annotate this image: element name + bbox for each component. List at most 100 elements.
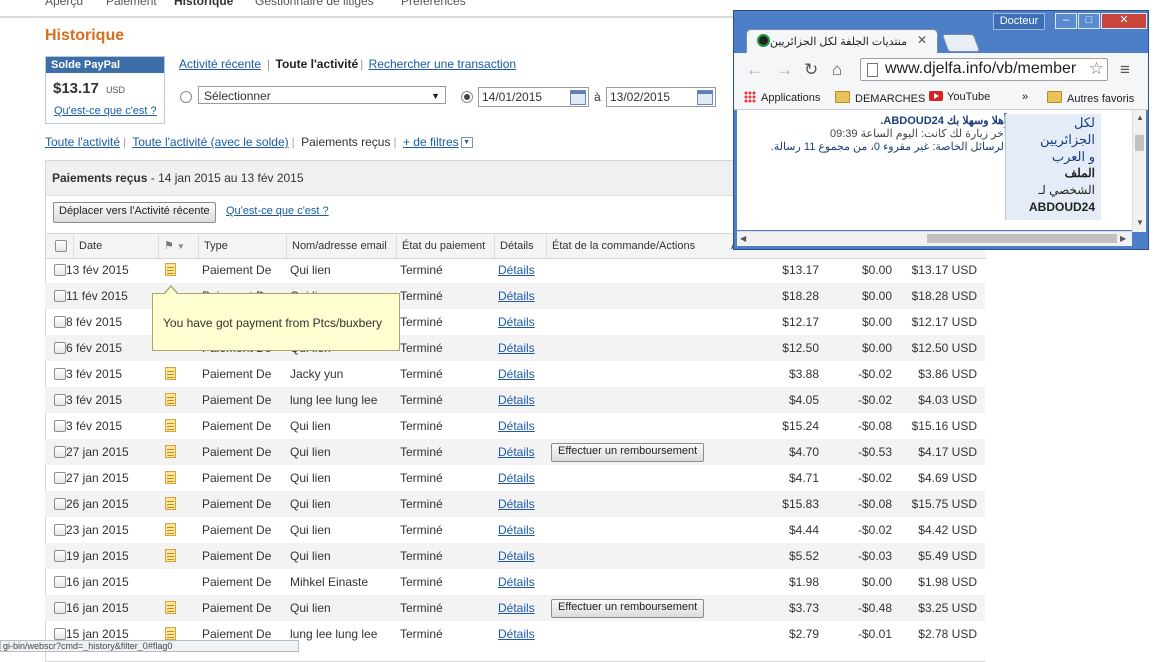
col-date[interactable]: Date	[73, 234, 158, 258]
row-checkbox[interactable]	[54, 264, 66, 276]
back-icon[interactable]: ←	[746, 60, 763, 80]
new-tab-button[interactable]	[941, 34, 981, 52]
row-checkbox[interactable]	[54, 628, 66, 640]
row-checkbox[interactable]	[54, 524, 66, 536]
row-checkbox[interactable]	[54, 446, 66, 458]
row-checkbox[interactable]	[54, 420, 66, 432]
details-link[interactable]: Détails	[498, 621, 535, 647]
note-icon[interactable]	[165, 445, 176, 458]
col-details[interactable]: Détails	[494, 234, 546, 258]
note-icon[interactable]	[165, 523, 176, 536]
row-checkbox[interactable]	[54, 602, 66, 614]
date-to-input[interactable]: 13/02/2015	[606, 87, 716, 107]
nav-litiges[interactable]: Gestionnaire de litiges	[255, 0, 374, 8]
menu-icon[interactable]: ≡	[1120, 60, 1130, 80]
horizontal-scrollbar[interactable]: ◀ ▶	[737, 231, 1132, 246]
period-select[interactable]: Sélectionner ▼	[198, 86, 446, 104]
move-to-recent-button[interactable]: Déplacer vers l'Activité récente	[53, 202, 216, 223]
row-checkbox[interactable]	[54, 368, 66, 380]
details-link[interactable]: Détails	[498, 439, 535, 465]
col-type[interactable]: Type	[198, 234, 286, 258]
nav-paiement[interactable]: Paiement	[106, 0, 157, 8]
minimize-icon[interactable]: –	[1055, 13, 1077, 29]
bookmarks-overflow[interactable]: »	[1022, 91, 1028, 103]
row-checkbox[interactable]	[54, 316, 66, 328]
note-icon[interactable]	[165, 497, 176, 510]
details-link[interactable]: Détails	[498, 283, 535, 309]
calendar-icon[interactable]	[570, 90, 586, 105]
scroll-thumb[interactable]	[1135, 135, 1144, 151]
vertical-scrollbar[interactable]: ▲ ▼	[1132, 110, 1146, 232]
note-icon[interactable]	[165, 367, 176, 380]
row-checkbox[interactable]	[54, 342, 66, 354]
scroll-up-icon[interactable]: ▲	[1136, 113, 1144, 122]
scroll-thumb[interactable]	[927, 234, 1117, 243]
note-icon[interactable]	[165, 471, 176, 484]
note-icon[interactable]	[165, 627, 176, 640]
scroll-left-icon[interactable]: ◀	[740, 234, 746, 243]
details-link[interactable]: Détails	[498, 517, 535, 543]
balance-help-link[interactable]: Qu'est-ce que c'est ?	[54, 105, 157, 117]
date-from-input[interactable]: 14/01/2015	[478, 87, 589, 107]
col-status[interactable]: État du paiement	[396, 234, 494, 258]
forum-messages[interactable]: الرسائل الخاصة: غير مقروء 0، من مجموع 11…	[741, 140, 1007, 153]
details-link[interactable]: Détails	[498, 361, 535, 387]
bookmark-star-icon[interactable]: ☆	[1089, 59, 1104, 79]
browser-tab[interactable]: منتديات الجلفة لكل الجزائريين ✕	[746, 29, 938, 54]
row-checkbox[interactable]	[54, 394, 66, 406]
details-link[interactable]: Détails	[498, 543, 535, 569]
details-link[interactable]: Détails	[498, 335, 535, 361]
note-icon[interactable]	[165, 393, 176, 406]
refund-button[interactable]: Effectuer un remboursement	[551, 599, 705, 618]
tab-close-icon[interactable]: ✕	[917, 33, 927, 47]
details-link[interactable]: Détails	[498, 257, 535, 283]
row-checkbox[interactable]	[54, 498, 66, 510]
nav-apercu[interactable]: Aperçu	[45, 0, 83, 8]
maximize-icon[interactable]: □	[1078, 13, 1100, 29]
close-icon[interactable]: ✕	[1101, 13, 1147, 29]
details-link[interactable]: Détails	[498, 491, 535, 517]
nav-preferences[interactable]: Préférences	[401, 0, 466, 8]
note-icon[interactable]	[165, 601, 176, 614]
refund-button[interactable]: Effectuer un remboursement	[551, 443, 705, 462]
row-checkbox[interactable]	[54, 576, 66, 588]
row-checkbox[interactable]	[54, 550, 66, 562]
note-icon[interactable]	[165, 419, 176, 432]
bookmark-apps[interactable]: Applications	[744, 91, 820, 104]
period-range-radio[interactable]	[461, 91, 473, 103]
tab-all-activity[interactable]: Toute l'activité	[276, 57, 359, 71]
forward-icon[interactable]: →	[776, 60, 793, 80]
select-all-checkbox[interactable]	[55, 240, 67, 252]
col-flag[interactable]: ⚑ ▼	[158, 234, 198, 258]
col-name[interactable]: Nom/adresse email	[286, 234, 396, 258]
col-order[interactable]: État de la commande/Actions	[546, 234, 718, 258]
profile-button[interactable]: Docteur	[993, 13, 1045, 30]
filter-all-with-balance[interactable]: Toute l'activité (avec le solde)	[132, 135, 288, 149]
filter-all-activity[interactable]: Toute l'activité	[45, 135, 120, 149]
details-link[interactable]: Détails	[498, 569, 535, 595]
bookmark-other[interactable]: Autres favoris	[1047, 91, 1134, 105]
scroll-down-icon[interactable]: ▼	[1136, 218, 1144, 227]
period-preset-radio[interactable]	[180, 91, 192, 103]
row-checkbox[interactable]	[54, 472, 66, 484]
scroll-right-icon[interactable]: ▶	[1120, 234, 1126, 243]
reload-icon[interactable]: ↻	[804, 60, 818, 80]
row-checkbox[interactable]	[54, 290, 66, 302]
address-bar[interactable]: www.djelfa.info/vb/member ☆	[860, 58, 1108, 81]
bookmark-youtube[interactable]: YouTube	[929, 91, 990, 103]
panel-help-link[interactable]: Qu'est-ce que c'est ?	[226, 205, 329, 217]
details-link[interactable]: Détails	[498, 309, 535, 335]
more-filters-link[interactable]: + de filtres	[403, 135, 459, 149]
note-icon[interactable]	[165, 549, 176, 562]
details-link[interactable]: Détails	[498, 413, 535, 439]
chevron-down-icon[interactable]: ▼	[460, 137, 473, 149]
nav-historique[interactable]: Historique	[174, 0, 233, 8]
bookmark-demarches[interactable]: DEMARCHES	[835, 91, 925, 105]
tab-search-transaction[interactable]: Rechercher une transaction	[369, 57, 516, 71]
note-icon[interactable]	[165, 263, 176, 276]
forum-side-user[interactable]: ABDOUD24	[1006, 199, 1095, 216]
calendar-icon[interactable]	[697, 90, 713, 105]
home-icon[interactable]: ⌂	[832, 60, 842, 80]
details-link[interactable]: Détails	[498, 595, 535, 621]
tab-recent-activity[interactable]: Activité récente	[179, 57, 261, 71]
